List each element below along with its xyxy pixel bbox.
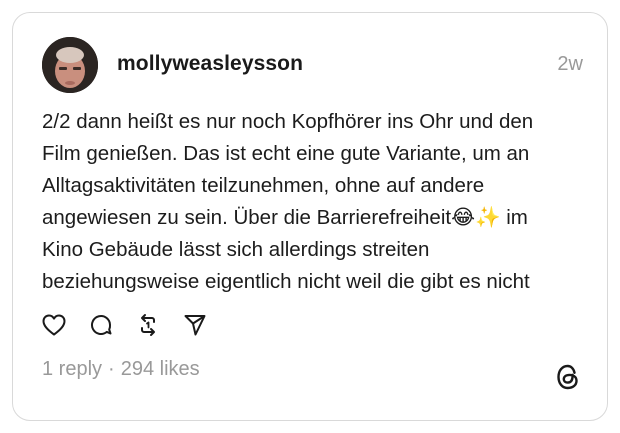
reply-count[interactable]: 1 reply xyxy=(42,358,102,380)
like-button[interactable] xyxy=(41,312,67,338)
post-actions xyxy=(41,312,229,338)
repost-icon xyxy=(141,314,155,336)
comment-bubble-icon xyxy=(91,315,112,335)
send-icon xyxy=(184,315,206,336)
post-timestamp: 2w xyxy=(557,53,583,75)
reply-button[interactable] xyxy=(88,312,114,338)
post-stats: 1 reply · 294 likes xyxy=(42,358,200,381)
post-card: mollyweasleysson 2w 2/2 dann heißt es nu… xyxy=(12,12,608,421)
threads-logo-icon[interactable] xyxy=(555,363,581,391)
post-text: 2/2 dann heißt es nur noch Kopfhörer ins… xyxy=(42,110,534,293)
heart-icon xyxy=(42,314,66,336)
like-count[interactable]: 294 likes xyxy=(121,358,200,380)
repost-button[interactable] xyxy=(135,312,161,338)
avatar[interactable] xyxy=(42,37,98,93)
username[interactable]: mollyweasleysson xyxy=(117,52,303,76)
share-button[interactable] xyxy=(182,312,208,338)
stats-separator: · xyxy=(108,358,115,380)
